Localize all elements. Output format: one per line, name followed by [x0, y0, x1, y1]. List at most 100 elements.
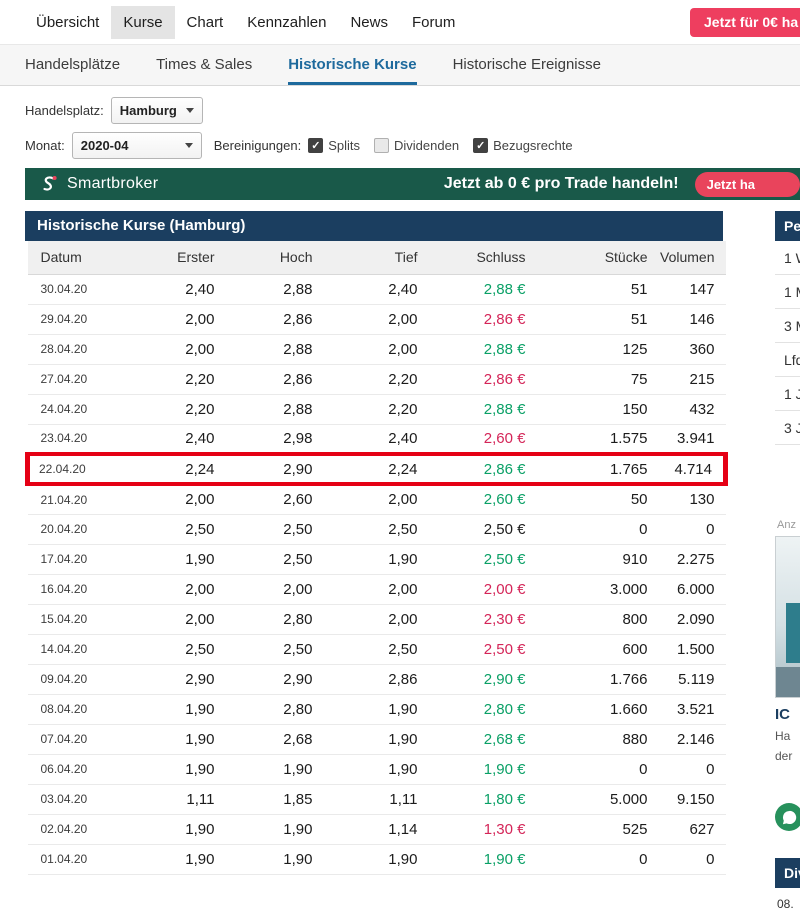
tab-historische-ereignisse[interactable]: Historische Ereignisse: [453, 45, 601, 85]
nav-item-kennzahlen[interactable]: Kennzahlen: [235, 6, 338, 39]
checkbox-box[interactable]: [374, 138, 390, 153]
cell-stuecke: 5.000: [525, 784, 648, 815]
cell-volumen: 9.150: [647, 784, 726, 815]
cell-tief: 1,11: [312, 784, 418, 815]
tab-handelsplaetze[interactable]: Handelsplätze: [25, 45, 120, 85]
nav-item-kurse[interactable]: Kurse: [111, 5, 175, 39]
historical-prices-card: Historische Kurse (Hamburg) Datum Erster…: [25, 211, 728, 875]
cell-volumen: 3.521: [647, 694, 726, 725]
checkbox-label: Bezugsrechte: [493, 138, 573, 153]
cell-schluss: 2,86 €: [417, 452, 526, 486]
cell-tief: 1,14: [312, 814, 418, 845]
cell-volumen: 4.714: [647, 452, 728, 486]
checkbox-box[interactable]: [473, 138, 489, 153]
performance-row: 3 M: [775, 309, 800, 343]
cell-volumen: 0: [647, 844, 726, 875]
cell-volumen: 627: [647, 814, 726, 845]
cell-erster: 2,50: [137, 634, 215, 665]
tab-times-sales[interactable]: Times & Sales: [156, 45, 252, 85]
checkbox-splits[interactable]: Splits: [308, 138, 360, 153]
secondary-nav: Handelsplätze Times & Sales Historische …: [0, 44, 800, 86]
table-row: 08.04.20 1,90 2,80 1,90 2,80 €1.660 3.521: [27, 694, 726, 725]
handelsplatz-select[interactable]: Hamburg: [110, 97, 203, 124]
cell-schluss: 2,50 €: [417, 634, 526, 665]
table-row: 15.04.20 2,00 2,80 2,00 2,30 €800 2.090: [27, 604, 726, 635]
cell-erster: 2,00: [137, 484, 215, 515]
cell-erster: 1,90: [137, 754, 215, 785]
cell-schluss: 2,60 €: [417, 484, 526, 515]
price-table-body: 30.04.20 2,40 2,88 2,40 2,88 €51 147 29.04.20 2…: [25, 274, 728, 875]
adjustment-checkbox-group: Bereinigungen: Splits Dividenden Bezugsr…: [214, 138, 587, 153]
nav-item-news[interactable]: News: [338, 6, 400, 39]
cell-volumen: 5.119: [647, 664, 726, 695]
cell-hoch: 1,90: [214, 754, 313, 785]
nav-item-uebersicht[interactable]: Übersicht: [24, 6, 111, 39]
cell-schluss: 2,68 €: [417, 724, 526, 755]
cell-datum: 30.04.20: [27, 274, 138, 305]
cell-schluss: 2,30 €: [417, 604, 526, 635]
cell-datum: 28.04.20: [27, 334, 138, 365]
price-table: Datum Erster Hoch Tief Schluss Stücke Vo…: [25, 241, 728, 875]
ad-label: Anz: [777, 519, 796, 531]
cell-stuecke: 51: [525, 304, 648, 335]
table-row: 20.04.20 2,50 2,50 2,50 2,50 €0 0: [27, 514, 726, 545]
cell-datum: 08.04.20: [27, 694, 138, 725]
cell-tief: 2,50: [312, 514, 418, 545]
cell-stuecke: 1.660: [525, 694, 648, 725]
cell-schluss: 2,88 €: [417, 274, 526, 305]
cell-tief: 1,90: [312, 544, 418, 575]
cell-hoch: 2,60: [214, 484, 313, 515]
cell-datum: 22.04.20: [25, 452, 138, 486]
cell-volumen: 0: [647, 514, 726, 545]
col-schluss: Schluss: [417, 241, 526, 275]
cell-schluss: 2,00 €: [417, 574, 526, 605]
cell-volumen: 1.500: [647, 634, 726, 665]
col-datum: Datum: [27, 241, 138, 275]
cell-datum: 07.04.20: [27, 724, 138, 755]
filter-panel: Handelsplatz: Hamburg Monat: 2020-04 Ber…: [0, 86, 800, 168]
monat-select[interactable]: 2020-04: [71, 132, 202, 159]
banner-cta-button[interactable]: Jetzt ha: [694, 171, 800, 197]
cell-datum: 01.04.20: [27, 844, 138, 875]
cell-schluss: 2,86 €: [417, 364, 526, 395]
cell-hoch: 2,50: [214, 514, 313, 545]
table-row: 29.04.20 2,00 2,86 2,00 2,86 €51 146: [27, 304, 726, 335]
ad-social-icon[interactable]: [775, 803, 800, 831]
checkbox-dividenden[interactable]: Dividenden: [374, 138, 459, 153]
table-row: 03.04.20 1,11 1,85 1,11 1,80 €5.000 9.150: [27, 784, 726, 815]
cell-datum: 14.04.20: [27, 634, 138, 665]
cell-volumen: 432: [647, 394, 726, 425]
cell-datum: 17.04.20: [27, 544, 138, 575]
checkbox-box[interactable]: [308, 138, 324, 153]
cell-datum: 23.04.20: [27, 424, 138, 455]
cell-stuecke: 1.575: [525, 424, 648, 455]
table-row: 06.04.20 1,90 1,90 1,90 1,90 €0 0: [27, 754, 726, 785]
smartbroker-ad-banner[interactable]: Smartbroker Jetzt ab 0 € pro Trade hande…: [25, 168, 800, 200]
cell-schluss: 2,50 €: [417, 514, 526, 545]
checkbox-label: Dividenden: [394, 138, 460, 153]
checkbox-bezugsrechte[interactable]: Bezugsrechte: [473, 138, 573, 153]
table-row: 22.04.20 2,24 2,90 2,24 2,86 €1.765 4.714: [25, 452, 728, 486]
cell-stuecke: 0: [525, 754, 648, 785]
cell-schluss: 1,80 €: [417, 784, 526, 815]
cell-erster: 2,20: [137, 364, 215, 395]
ad-chart-graphic: [775, 536, 800, 698]
cell-tief: 1,90: [312, 754, 418, 785]
cell-datum: 16.04.20: [27, 574, 138, 605]
cell-tief: 2,00: [312, 304, 418, 335]
cell-datum: 02.04.20: [27, 814, 138, 845]
nav-item-chart[interactable]: Chart: [175, 6, 236, 39]
table-row: 17.04.20 1,90 2,50 1,90 2,50 €910 2.275: [27, 544, 726, 575]
tab-historische-kurse[interactable]: Historische Kurse: [288, 45, 417, 85]
cell-tief: 1,90: [312, 694, 418, 725]
cell-stuecke: 0: [525, 844, 648, 875]
nav-item-forum[interactable]: Forum: [400, 6, 467, 39]
sidebar-ad[interactable]: Anz IC Ha der: [775, 519, 800, 831]
table-title: Historische Kurse (Hamburg): [25, 211, 723, 241]
table-row: 09.04.20 2,90 2,90 2,86 2,90 €1.766 5.119: [27, 664, 726, 695]
cell-tief: 2,40: [312, 274, 418, 305]
cell-datum: 09.04.20: [27, 664, 138, 695]
cell-tief: 2,20: [312, 394, 418, 425]
trade-cta-button[interactable]: Jetzt für 0€ ha: [690, 8, 800, 37]
col-stuecke: Stücke: [525, 241, 648, 275]
